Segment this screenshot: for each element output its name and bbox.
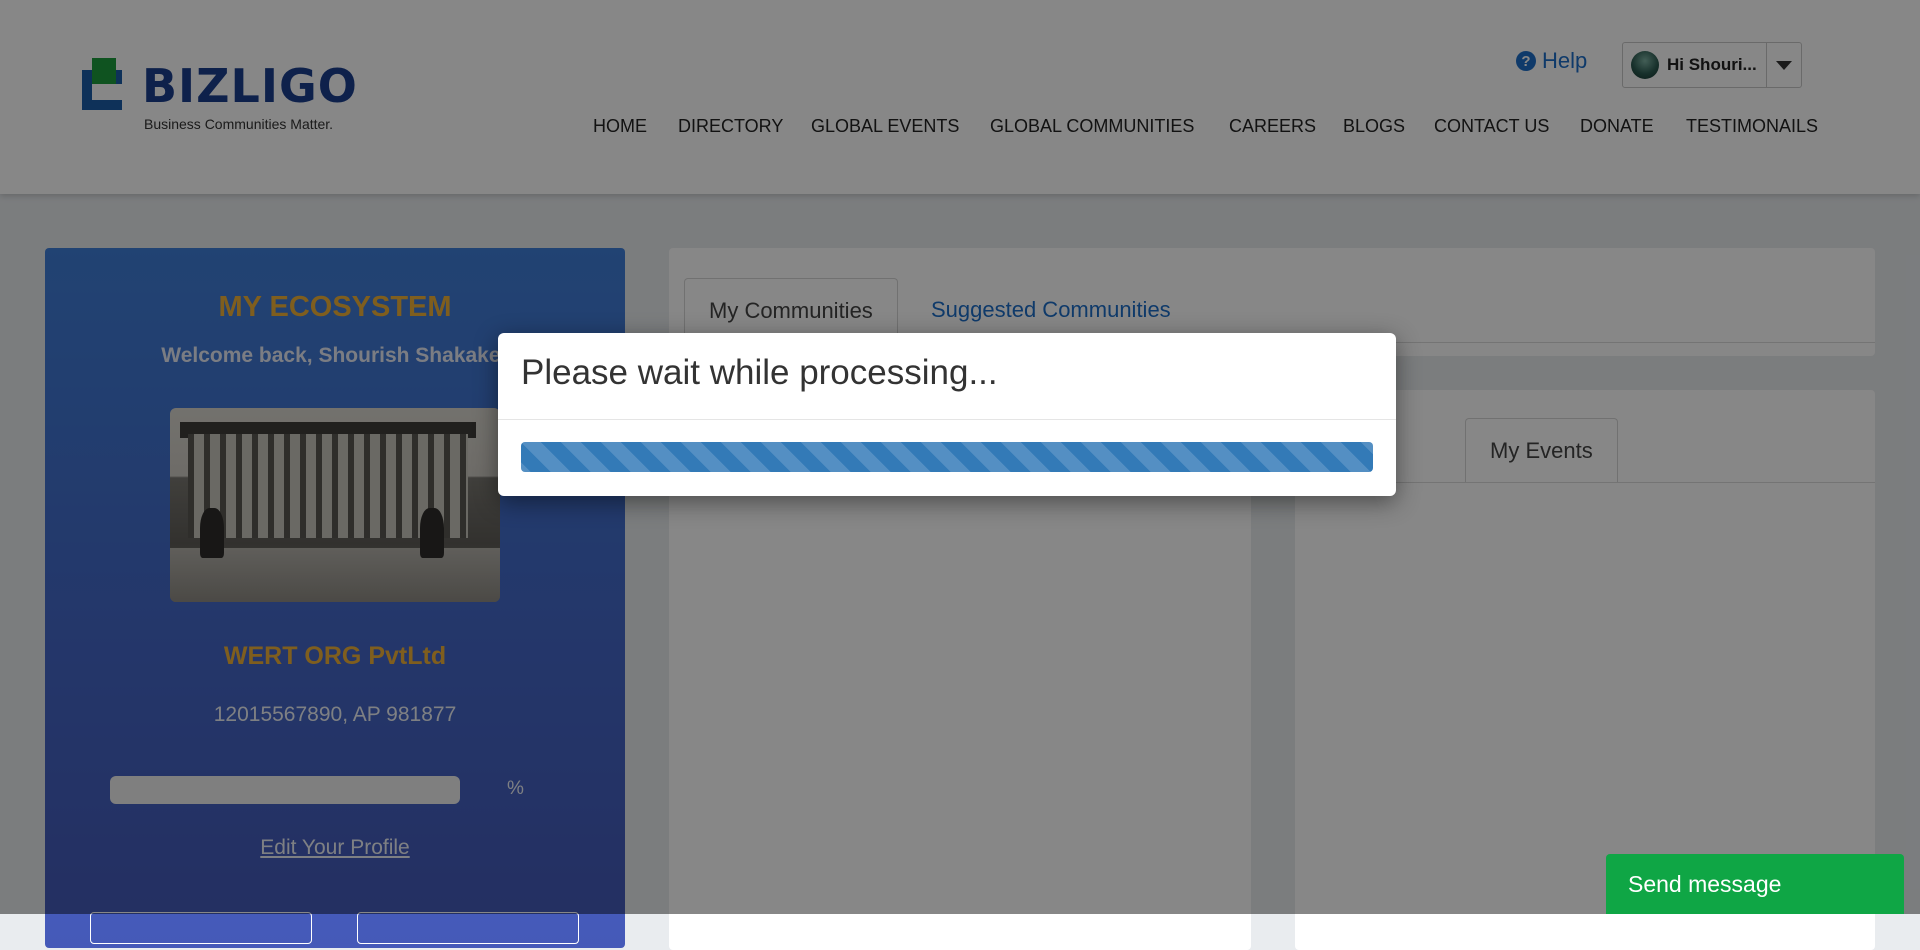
sidebar-action-button-1[interactable] <box>90 912 312 944</box>
progress-fill <box>521 442 1373 472</box>
modal-divider <box>498 419 1396 420</box>
modal-title: Please wait while processing... <box>521 353 998 392</box>
send-message-button[interactable]: Send message <box>1606 854 1904 914</box>
processing-modal: Please wait while processing... <box>498 333 1396 496</box>
sidebar-action-button-2[interactable] <box>357 912 579 944</box>
processing-progress-bar <box>521 442 1373 472</box>
